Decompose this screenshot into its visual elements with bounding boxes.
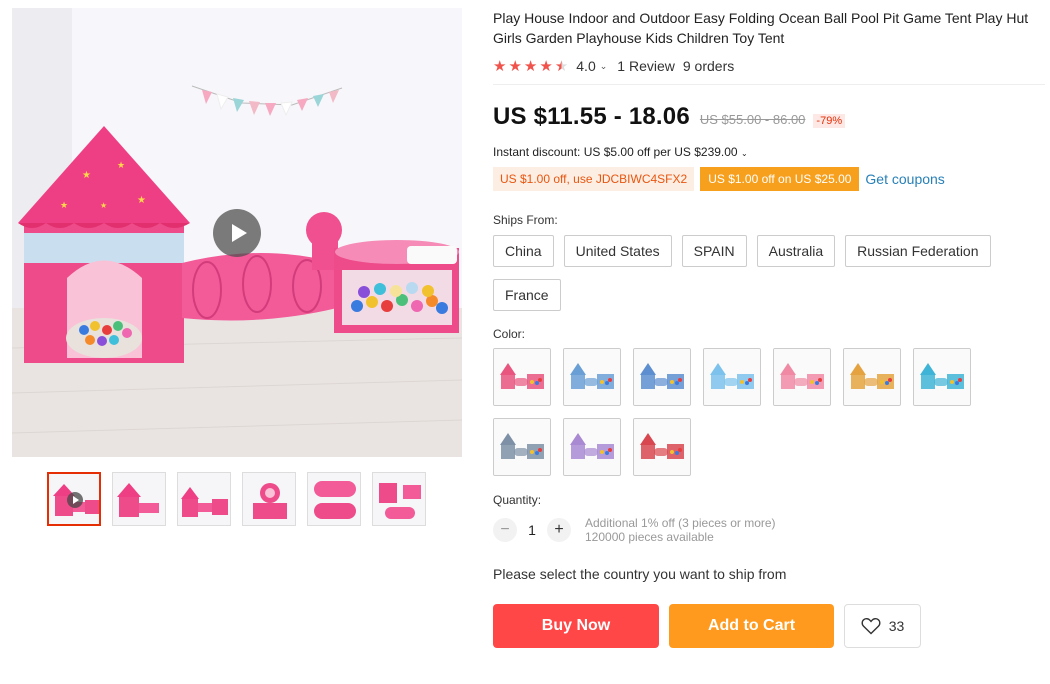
color-swatch-2[interactable] [563, 348, 621, 406]
svg-text:★: ★ [60, 200, 68, 210]
svg-text:★: ★ [137, 195, 146, 206]
swatch-image [774, 349, 830, 405]
increase-quantity-button[interactable]: + [547, 518, 571, 542]
main-product-image[interactable]: ★ ★ ★ ★ ★ [12, 8, 462, 457]
quantity-info: Additional 1% off (3 pieces or more) 120… [585, 516, 776, 544]
color-swatch-9[interactable] [563, 418, 621, 476]
svg-text:★: ★ [117, 160, 125, 170]
quantity-stepper: − 1 + Additional 1% off (3 pieces or mor… [493, 516, 1045, 544]
swatch-image [844, 349, 900, 405]
swatch-image [564, 349, 620, 405]
star-icon: ★ [493, 57, 507, 75]
current-price: US $11.55 - 18.06 [493, 103, 690, 130]
star-icon: ★ [508, 57, 522, 75]
price-row: US $11.55 - 18.06 US $55.00 - 86.00 -79% [493, 103, 1045, 131]
color-swatch-1[interactable] [493, 348, 551, 406]
star-icon: ★ [539, 57, 553, 75]
play-video-button[interactable] [213, 209, 261, 257]
color-label: Color: [493, 327, 526, 341]
ship-option-australia[interactable]: Australia [756, 235, 836, 267]
product-info: Play House Indoor and Outdoor Easy Foldi… [493, 8, 1045, 648]
thumbnail-6[interactable] [372, 472, 426, 526]
wishlist-count: 33 [888, 618, 905, 634]
color-swatch-7[interactable] [913, 348, 971, 406]
coupon-row: US $1.00 off, use JDCBIWC4SFX2 US $1.00 … [493, 167, 1045, 191]
swatch-image [564, 419, 620, 475]
color-swatches [493, 348, 1045, 476]
quantity-label: Quantity: [493, 493, 542, 507]
svg-text:★: ★ [100, 201, 107, 210]
color-swatch-6[interactable] [843, 348, 901, 406]
star-half-icon: ★ [554, 57, 569, 75]
swatch-image [704, 349, 760, 405]
ship-option-united-states[interactable]: United States [563, 235, 672, 267]
code-coupon[interactable]: US $1.00 off, use JDCBIWC4SFX2 [493, 167, 695, 191]
rating-stars: ★ ★ ★ ★ ★ [493, 59, 568, 74]
ship-option-france[interactable]: France [493, 279, 561, 311]
thumbnail-4[interactable] [242, 472, 296, 526]
buy-now-button[interactable]: Buy Now [493, 604, 659, 648]
thumbnail-5[interactable] [307, 472, 361, 526]
thumbnail-video[interactable] [47, 472, 101, 526]
play-icon [67, 492, 83, 508]
bulk-discount-note: Additional 1% off (3 pieces or more) [585, 516, 776, 530]
swatch-image [634, 349, 690, 405]
star-icon: ★ [523, 57, 538, 75]
thumbnail-3[interactable] [177, 472, 231, 526]
store-coupon[interactable]: US $1.00 off on US $25.00 [700, 167, 860, 191]
product-title: Play House Indoor and Outdoor Easy Foldi… [493, 10, 1029, 46]
decrease-quantity-button[interactable]: − [493, 518, 517, 542]
heart-icon [861, 618, 881, 635]
swatch-image [494, 349, 550, 405]
review-count[interactable]: 1 Review [617, 58, 675, 74]
instant-discount-text: Instant discount: US $5.00 off per US $2… [493, 145, 738, 159]
action-buttons: Buy Now Add to Cart 33 [493, 604, 1045, 648]
ship-option-china[interactable]: China [493, 235, 554, 267]
thumbnail-2[interactable] [112, 472, 166, 526]
original-price: US $55.00 - 86.00 [699, 112, 806, 127]
stock-available: 120000 pieces available [585, 530, 714, 544]
rating-row: ★ ★ ★ ★ ★ 4.0 ⌄ 1 Review 9 orders [493, 56, 1045, 76]
color-swatch-4[interactable] [703, 348, 761, 406]
order-count: 9 orders [682, 58, 735, 74]
rating-value[interactable]: 4.0 [576, 58, 595, 74]
divider [493, 84, 1045, 85]
color-swatch-3[interactable] [633, 348, 691, 406]
color-swatch-8[interactable] [493, 418, 551, 476]
ship-country-message: Please select the country you want to sh… [493, 566, 787, 582]
swatch-image [634, 419, 690, 475]
wishlist-button[interactable]: 33 [844, 604, 921, 648]
ship-option-spain[interactable]: SPAIN [681, 235, 747, 267]
color-swatch-10[interactable] [633, 418, 691, 476]
chevron-down-icon: ⌄ [740, 149, 748, 158]
get-coupons-link[interactable]: Get coupons [865, 171, 944, 187]
chevron-down-icon[interactable]: ⌄ [600, 61, 608, 72]
instant-discount[interactable]: Instant discount: US $5.00 off per US $2… [493, 145, 1045, 159]
add-to-cart-button[interactable]: Add to Cart [669, 604, 834, 648]
color-swatch-5[interactable] [773, 348, 831, 406]
svg-text:★: ★ [82, 170, 91, 181]
thumbnail-strip [47, 472, 426, 526]
quantity-input[interactable]: 1 [517, 522, 547, 538]
ships-from-options: China United States SPAIN Australia Russ… [493, 235, 1045, 311]
ships-from-label: Ships From: [493, 213, 558, 227]
swatch-image [494, 419, 550, 475]
discount-badge: -79% [813, 114, 846, 128]
ship-option-russian-federation[interactable]: Russian Federation [845, 235, 991, 267]
play-icon [232, 224, 247, 242]
swatch-image [914, 349, 970, 405]
